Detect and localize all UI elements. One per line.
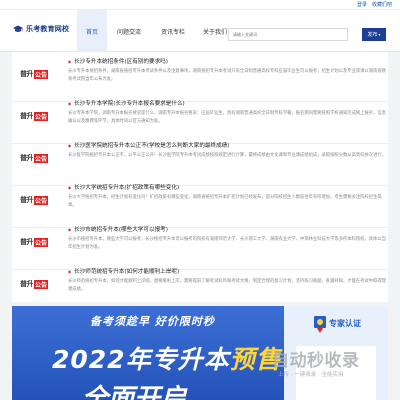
banner-main-panel: 备考须趁早 好价限时秒 2022年专升本预售 全面开启 xyxy=(12,306,284,400)
article-thumbnail[interactable]: 普升 公告 xyxy=(16,193,52,207)
banner-headline-part: 2022年专升本 xyxy=(52,345,230,374)
banner-headline: 2022年专升本预售 xyxy=(52,340,282,376)
top-strip: 登录 收藏们吧 xyxy=(0,0,400,10)
promo-banner[interactable]: 备考须趁早 好价限时秒 2022年专升本预售 全面开启 专家认证 xyxy=(12,306,388,400)
thumbnail-badge-tag: 公告 xyxy=(33,237,48,247)
search-input[interactable] xyxy=(228,28,348,41)
banner-side-panel: 专家认证 xyxy=(284,306,388,400)
thumbnail-badge-main: 普升 xyxy=(19,238,34,246)
cert-card xyxy=(296,346,376,400)
banner-headline-highlight: 预售 xyxy=(229,345,282,374)
logo-text: 乐考教育网校 xyxy=(26,25,70,33)
nav-news[interactable]: 资讯专栏 xyxy=(151,10,195,52)
post-button[interactable]: 发布 ▾ xyxy=(362,28,386,41)
thumbnail-badge-tag: 公告 xyxy=(33,153,48,163)
site-header: 乐考教育网校 首页 问题交流 资讯专栏 关于我们 发布 ▾ xyxy=(0,10,400,52)
thumbnail-badge-tag: 公告 xyxy=(33,195,48,205)
thumbnail-badge-main: 普升 xyxy=(19,70,34,78)
article-title[interactable]: 长沙医学院统招专升本公正不(学校是怎么判断大家的最终成绩) xyxy=(68,141,229,149)
article-excerpt: 长沙专升本统招条件，湖南省统招专升本考试条件以及注意事项，湖南统招专升本考试只有… xyxy=(68,69,386,82)
article-title[interactable]: 长沙专升本统招条件(区有别的要求吗) xyxy=(68,57,168,65)
top-links: 登录 收藏们吧 xyxy=(357,1,392,8)
article-title[interactable]: 长沙大学统招专升本(扩招政策有哪些变化) xyxy=(68,183,179,191)
cert-label: 专家认证 xyxy=(329,319,361,328)
article-title[interactable]: 长沙师范统招专升本(如何才能顺利上岸呢) xyxy=(68,267,179,275)
thumbnail-badge-tag: 公告 xyxy=(33,69,48,79)
nav-news-label: 资讯专栏 xyxy=(160,28,185,36)
banner-subtitle: 备考须趁早 好价限时秒 xyxy=(90,315,215,328)
site-logo[interactable]: 乐考教育网校 xyxy=(13,24,69,34)
post-button-label: 发布 xyxy=(367,32,378,38)
thumbnail-badge-tag: 公告 xyxy=(33,279,48,289)
favorite-link[interactable]: 收藏们吧 xyxy=(372,1,392,8)
article-excerpt: 长沙大学统招专升本，招生计划有变化吗？扩招政策有哪些变化，湖南省统招专升本扩招计… xyxy=(68,195,382,208)
article-excerpt: 长沙师范统招专升本，如何才能顺利上岸呢，想要顺利上岸，需要提前了解考试科目和考试… xyxy=(68,279,386,292)
article-excerpt: 长沙医学院统招专升本公正不，公平公正公开！长沙医学院专升本考试成绩按照规定进行计… xyxy=(68,153,386,158)
article-thumbnail[interactable]: 普升 公告 xyxy=(16,277,52,291)
article-excerpt: 长沙市统招专升本，哪些大学可以报考，长沙统招专升本可以报考的院校有湖南师范大学、… xyxy=(68,237,386,250)
nav-home[interactable]: 首页 xyxy=(77,10,107,52)
nav-about-label: 关于我们 xyxy=(202,28,227,36)
article-list: 普升公告 长沙专升本统招条件(区有别的要求吗) 长沙专升本统招条件，湖南省统招专… xyxy=(12,52,388,302)
article-thumbnail[interactable]: 普升 公告 xyxy=(16,235,52,249)
list-item[interactable]: 普升公告 长沙师范统招专升本(如何才能顺利上岸呢) 长沙师范统招专升本，如何才能… xyxy=(12,262,388,312)
article-thumbnail[interactable]: 普升 公告 xyxy=(16,67,52,81)
article-thumbnail[interactable]: 普升 公告 xyxy=(16,151,52,165)
graduation-cap-icon xyxy=(13,25,23,32)
thumbnail-badge-main: 普升 xyxy=(19,196,34,204)
login-link[interactable]: 登录 xyxy=(357,1,367,8)
article-title[interactable]: 长沙市统招专升本(哪些大学可以报考) xyxy=(68,225,168,233)
nav-home-label: 首页 xyxy=(85,28,98,36)
main-nav: 首页 问题交流 资讯专栏 关于我们 xyxy=(77,10,235,52)
article-title[interactable]: 长沙专升本学院(长沙专升本报名要求是什么) xyxy=(68,99,185,107)
article-thumbnail[interactable]: 普升 公告 xyxy=(16,109,52,123)
certificate-icon xyxy=(314,316,326,333)
nav-questions-label: 问题交流 xyxy=(116,28,141,36)
article-excerpt: 长沙专升本学院，湖南专升本报名要求是什么，湖南专升本报名要求：应届毕业生，具有湖… xyxy=(68,111,386,124)
thumbnail-badge-main: 普升 xyxy=(19,112,34,120)
chevron-down-icon: ▾ xyxy=(378,32,381,37)
thumbnail-badge-main: 普升 xyxy=(19,154,34,162)
nav-questions[interactable]: 问题交流 xyxy=(107,10,151,52)
banner-bottom-text: 全面开启 xyxy=(82,384,187,400)
thumbnail-badge-tag: 公告 xyxy=(33,111,48,121)
thumbnail-badge-main: 普升 xyxy=(19,280,34,288)
